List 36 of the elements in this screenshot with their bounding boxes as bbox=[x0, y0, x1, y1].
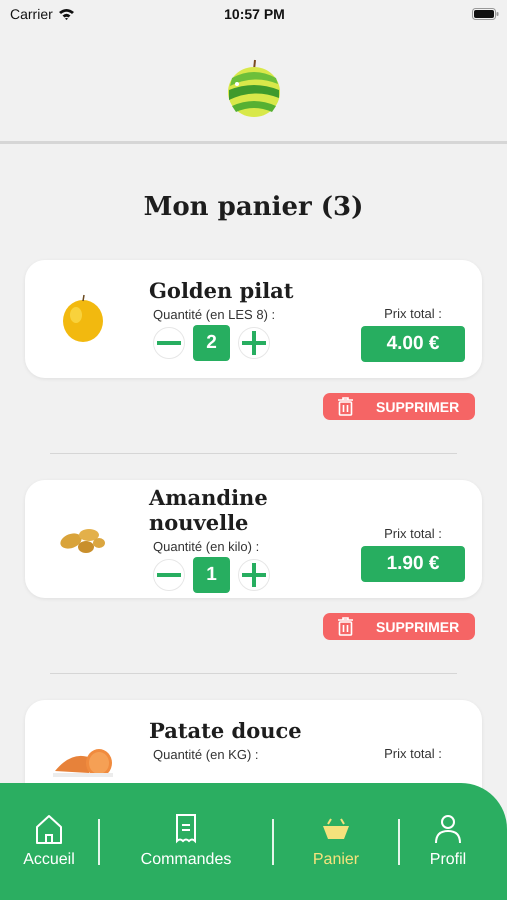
delete-button[interactable]: SUPPRIMER bbox=[323, 393, 475, 420]
tab[interactable]: Panier bbox=[274, 813, 398, 869]
minus-icon bbox=[157, 340, 181, 344]
carrier-name: Carrier bbox=[10, 6, 53, 22]
quantity-label: Quantité (en LES 8) : bbox=[153, 306, 276, 322]
battery-icon bbox=[472, 8, 499, 20]
trash-icon bbox=[337, 397, 354, 416]
increase-button[interactable] bbox=[238, 326, 270, 358]
decrease-button[interactable] bbox=[153, 559, 185, 591]
total-price: 4.00 € bbox=[361, 326, 465, 362]
price-label: Prix total : bbox=[384, 526, 442, 541]
quantity-label: Quantité (en kilo) : bbox=[153, 539, 260, 554]
clock-time: 10:57 PM bbox=[224, 6, 285, 22]
tab[interactable]: Commandes bbox=[100, 813, 272, 869]
quantity-label: Quantité (en KG) : bbox=[153, 746, 260, 762]
total-price: 1.90 € bbox=[361, 546, 465, 582]
tab[interactable]: Accueil bbox=[0, 813, 98, 869]
quantity-value: 2 bbox=[193, 324, 230, 360]
page-title: Mon panier (3) bbox=[142, 192, 364, 222]
tab[interactable]: Profil bbox=[400, 813, 496, 869]
price-label: Prix total : bbox=[384, 306, 442, 321]
plus-icon bbox=[242, 330, 266, 354]
minus-icon bbox=[157, 573, 181, 577]
product-name: Patate douce bbox=[149, 718, 303, 742]
quantity-value: 1 bbox=[193, 557, 230, 593]
increase-button[interactable] bbox=[238, 559, 270, 591]
decrease-button[interactable] bbox=[153, 326, 185, 358]
product-name: Golden pilat bbox=[149, 278, 294, 302]
delete-button[interactable]: SUPPRIMER bbox=[323, 613, 475, 640]
price-label: Prix total : bbox=[384, 746, 442, 761]
product-name: Amandine nouvelle bbox=[149, 485, 269, 535]
plus-icon bbox=[242, 563, 266, 587]
wifi-icon bbox=[58, 8, 75, 20]
home-icon bbox=[33, 813, 65, 845]
trash-icon bbox=[337, 617, 354, 636]
person-icon bbox=[432, 813, 464, 845]
